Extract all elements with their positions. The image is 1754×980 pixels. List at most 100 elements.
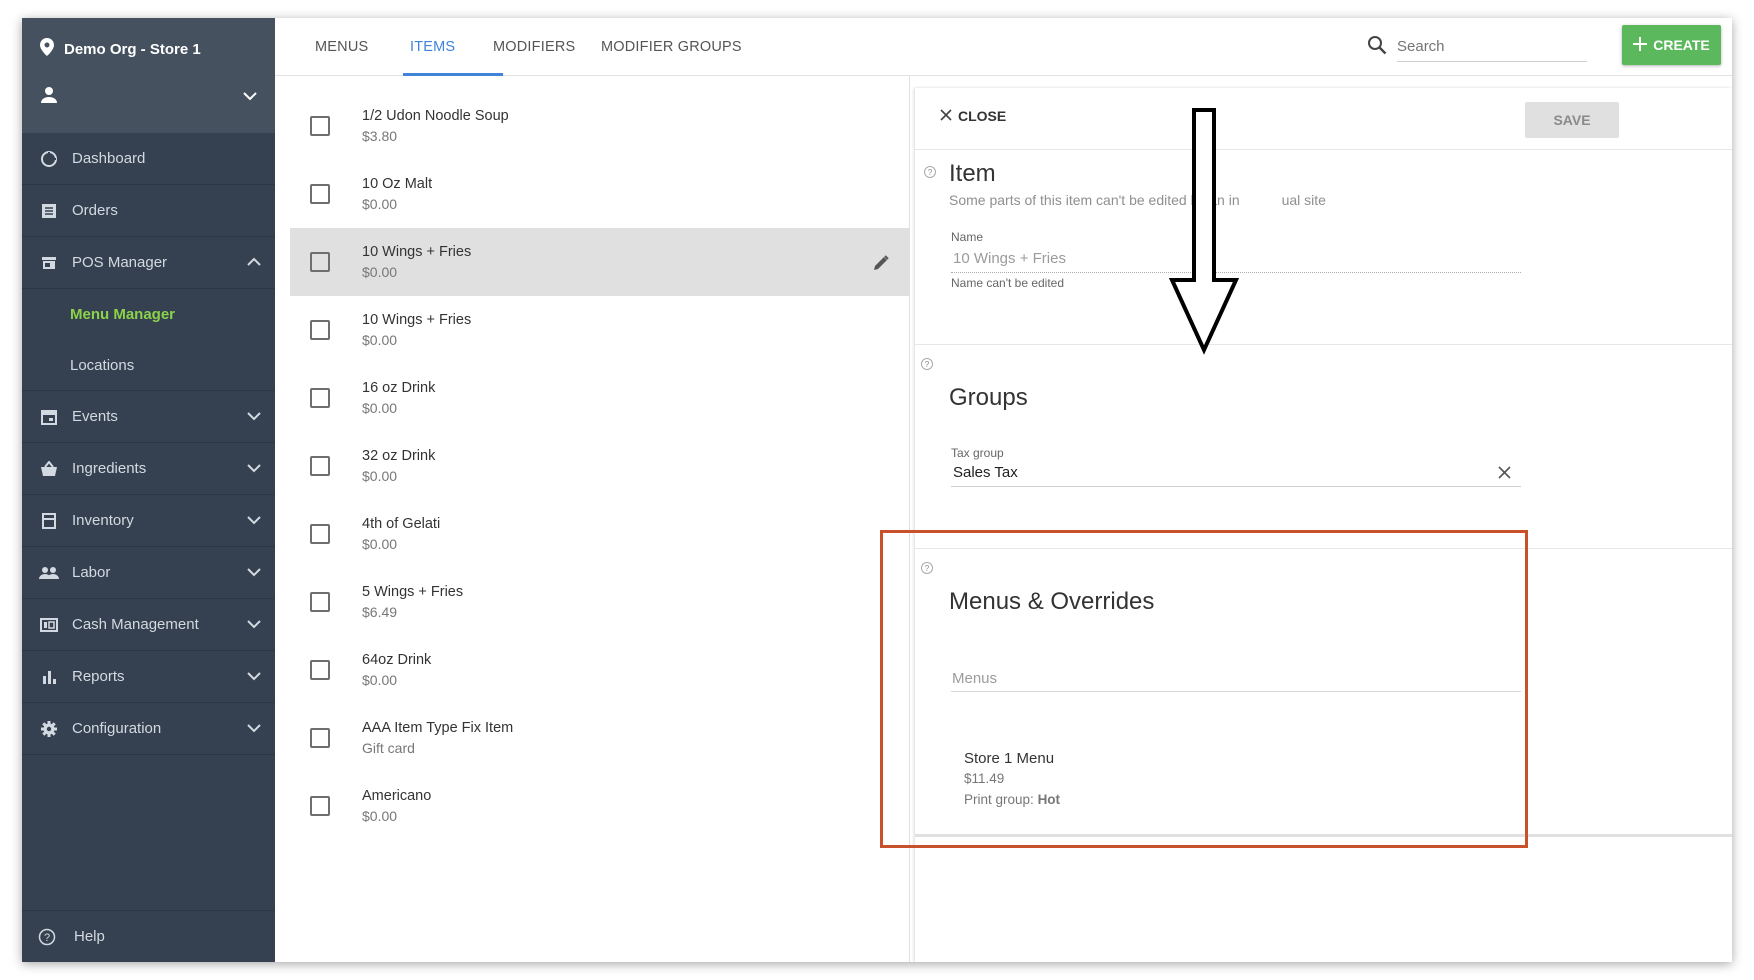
sidebar-item-labor[interactable]: Labor bbox=[22, 547, 275, 599]
detail-header: CLOSE SAVE bbox=[915, 88, 1732, 150]
sidebar-item-label: Events bbox=[72, 408, 118, 425]
sidebar-item-label: Labor bbox=[72, 564, 111, 581]
pencil-icon[interactable] bbox=[872, 254, 890, 277]
chevron-down-icon bbox=[247, 720, 261, 737]
cash-icon bbox=[38, 614, 60, 636]
item-section-subtitle: Some parts of this item can't be edited … bbox=[949, 192, 1326, 208]
chevron-up-icon bbox=[247, 254, 261, 271]
item-text: 10 Wings + Fries $0.00 bbox=[362, 312, 471, 348]
sidebar-item-events[interactable]: Events bbox=[22, 391, 275, 443]
item-checkbox[interactable] bbox=[310, 184, 330, 204]
item-checkbox[interactable] bbox=[310, 320, 330, 340]
save-button[interactable]: SAVE bbox=[1525, 102, 1619, 138]
chevron-down-icon bbox=[247, 408, 261, 425]
item-checkbox[interactable] bbox=[310, 728, 330, 748]
down-arrow-icon bbox=[1168, 108, 1240, 355]
groups-section-title: Groups bbox=[949, 384, 1028, 411]
create-button[interactable]: CREATE bbox=[1622, 25, 1721, 65]
top-navigation: MENUS ITEMS MODIFIERS MODIFIER GROUPS CR… bbox=[275, 18, 1732, 76]
sidebar-item-dashboard[interactable]: Dashboard bbox=[22, 133, 275, 185]
tab-modifier-groups[interactable]: MODIFIER GROUPS bbox=[601, 18, 742, 76]
list-item[interactable]: 10 Wings + Fries $0.00 bbox=[290, 228, 909, 296]
item-price: $0.00 bbox=[362, 468, 398, 484]
org-selector[interactable]: Demo Org - Store 1 bbox=[40, 38, 257, 60]
tab-items[interactable]: ITEMS bbox=[410, 18, 455, 76]
tax-group-select[interactable]: Sales Tax bbox=[953, 464, 1018, 481]
tab-modifiers[interactable]: MODIFIERS bbox=[493, 18, 575, 76]
sidebar-item-label: POS Manager bbox=[72, 254, 168, 271]
sidebar-item-pos-manager[interactable]: POS Manager bbox=[22, 237, 275, 289]
sidebar-item-inventory[interactable]: Inventory bbox=[22, 495, 275, 547]
sidebar-item-label: Dashboard bbox=[72, 150, 146, 167]
item-checkbox[interactable] bbox=[310, 116, 330, 136]
list-item[interactable]: 4th of Gelati $0.00 bbox=[290, 500, 909, 568]
sidebar-item-orders[interactable]: Orders bbox=[22, 185, 275, 237]
item-text: 32 oz Drink $0.00 bbox=[362, 448, 435, 484]
user-menu[interactable] bbox=[40, 86, 257, 108]
tax-group-underline bbox=[951, 486, 1521, 487]
item-name: 5 Wings + Fries bbox=[362, 584, 464, 600]
item-name: AAA Item Type Fix Item bbox=[362, 720, 514, 736]
list-item[interactable]: 16 oz Drink $0.00 bbox=[290, 364, 909, 432]
list-item[interactable]: 32 oz Drink $0.00 bbox=[290, 432, 909, 500]
item-checkbox[interactable] bbox=[310, 592, 330, 612]
item-checkbox[interactable] bbox=[310, 660, 330, 680]
dashboard-icon bbox=[38, 148, 60, 170]
sidebar-item-ingredients[interactable]: Ingredients bbox=[22, 443, 275, 495]
create-label: CREATE bbox=[1653, 37, 1710, 53]
help-icon[interactable]: ? bbox=[921, 358, 933, 370]
item-name: 1/2 Udon Noodle Soup bbox=[362, 108, 509, 124]
chevron-down-icon bbox=[247, 512, 261, 529]
search-icon[interactable] bbox=[1367, 35, 1387, 60]
help-label: Help bbox=[74, 928, 105, 945]
sidebar-item-reports[interactable]: Reports bbox=[22, 651, 275, 703]
item-price: Gift card bbox=[362, 740, 415, 756]
item-price: $0.00 bbox=[362, 332, 398, 348]
name-field-helper: Name can't be edited bbox=[951, 276, 1065, 290]
item-price: $0.00 bbox=[362, 808, 398, 824]
gear-icon bbox=[38, 718, 60, 740]
item-checkbox[interactable] bbox=[310, 524, 330, 544]
orders-icon bbox=[38, 200, 60, 222]
svg-text:?: ? bbox=[44, 932, 50, 944]
plus-icon bbox=[1633, 36, 1648, 54]
list-item[interactable]: 10 Oz Malt $0.00 bbox=[290, 160, 909, 228]
sidebar-subitem-locations[interactable]: Locations bbox=[22, 340, 275, 391]
list-item[interactable]: 10 Wings + Fries $0.00 bbox=[290, 296, 909, 364]
item-name: 10 Oz Malt bbox=[362, 176, 433, 192]
section-divider bbox=[915, 344, 1732, 345]
item-checkbox[interactable] bbox=[310, 456, 330, 476]
list-item[interactable]: 5 Wings + Fries $6.49 bbox=[290, 568, 909, 636]
sidebar-subitem-menu-manager[interactable]: Menu Manager bbox=[22, 289, 275, 340]
item-name: 32 oz Drink bbox=[362, 448, 436, 464]
user-icon bbox=[40, 86, 58, 109]
chevron-down-icon bbox=[247, 668, 261, 685]
list-item[interactable]: 64oz Drink $0.00 bbox=[290, 636, 909, 704]
calendar-icon bbox=[38, 406, 60, 428]
item-price: $3.80 bbox=[362, 128, 398, 144]
item-checkbox[interactable] bbox=[310, 388, 330, 408]
search-input[interactable] bbox=[1397, 32, 1587, 62]
tax-group-label: Tax group bbox=[951, 446, 1004, 460]
list-item[interactable]: AAA Item Type Fix Item Gift card bbox=[290, 704, 909, 772]
item-checkbox[interactable] bbox=[310, 252, 330, 272]
clear-icon[interactable] bbox=[1498, 466, 1511, 484]
close-label: CLOSE bbox=[958, 108, 1007, 124]
close-button[interactable]: CLOSE bbox=[940, 108, 1006, 124]
help-icon[interactable]: ? bbox=[924, 166, 936, 178]
item-price: $0.00 bbox=[362, 400, 398, 416]
name-field-label: Name bbox=[951, 230, 984, 244]
location-pin-icon bbox=[40, 38, 54, 60]
sidebar-item-help[interactable]: ? Help bbox=[22, 910, 275, 962]
list-item[interactable]: Americano $0.00 bbox=[290, 772, 909, 840]
sidebar-item-label: Inventory bbox=[72, 512, 134, 529]
chevron-down-icon bbox=[247, 564, 261, 581]
item-checkbox[interactable] bbox=[310, 796, 330, 816]
list-item[interactable]: 1/2 Udon Noodle Soup $3.80 bbox=[290, 92, 909, 160]
chevron-down-icon bbox=[247, 460, 261, 477]
sidebar-item-cash-management[interactable]: Cash Management bbox=[22, 599, 275, 651]
tab-menus[interactable]: MENUS bbox=[315, 18, 368, 76]
people-icon bbox=[38, 562, 60, 584]
sidebar-item-label: Ingredients bbox=[72, 460, 147, 477]
sidebar-item-configuration[interactable]: Configuration bbox=[22, 703, 275, 755]
